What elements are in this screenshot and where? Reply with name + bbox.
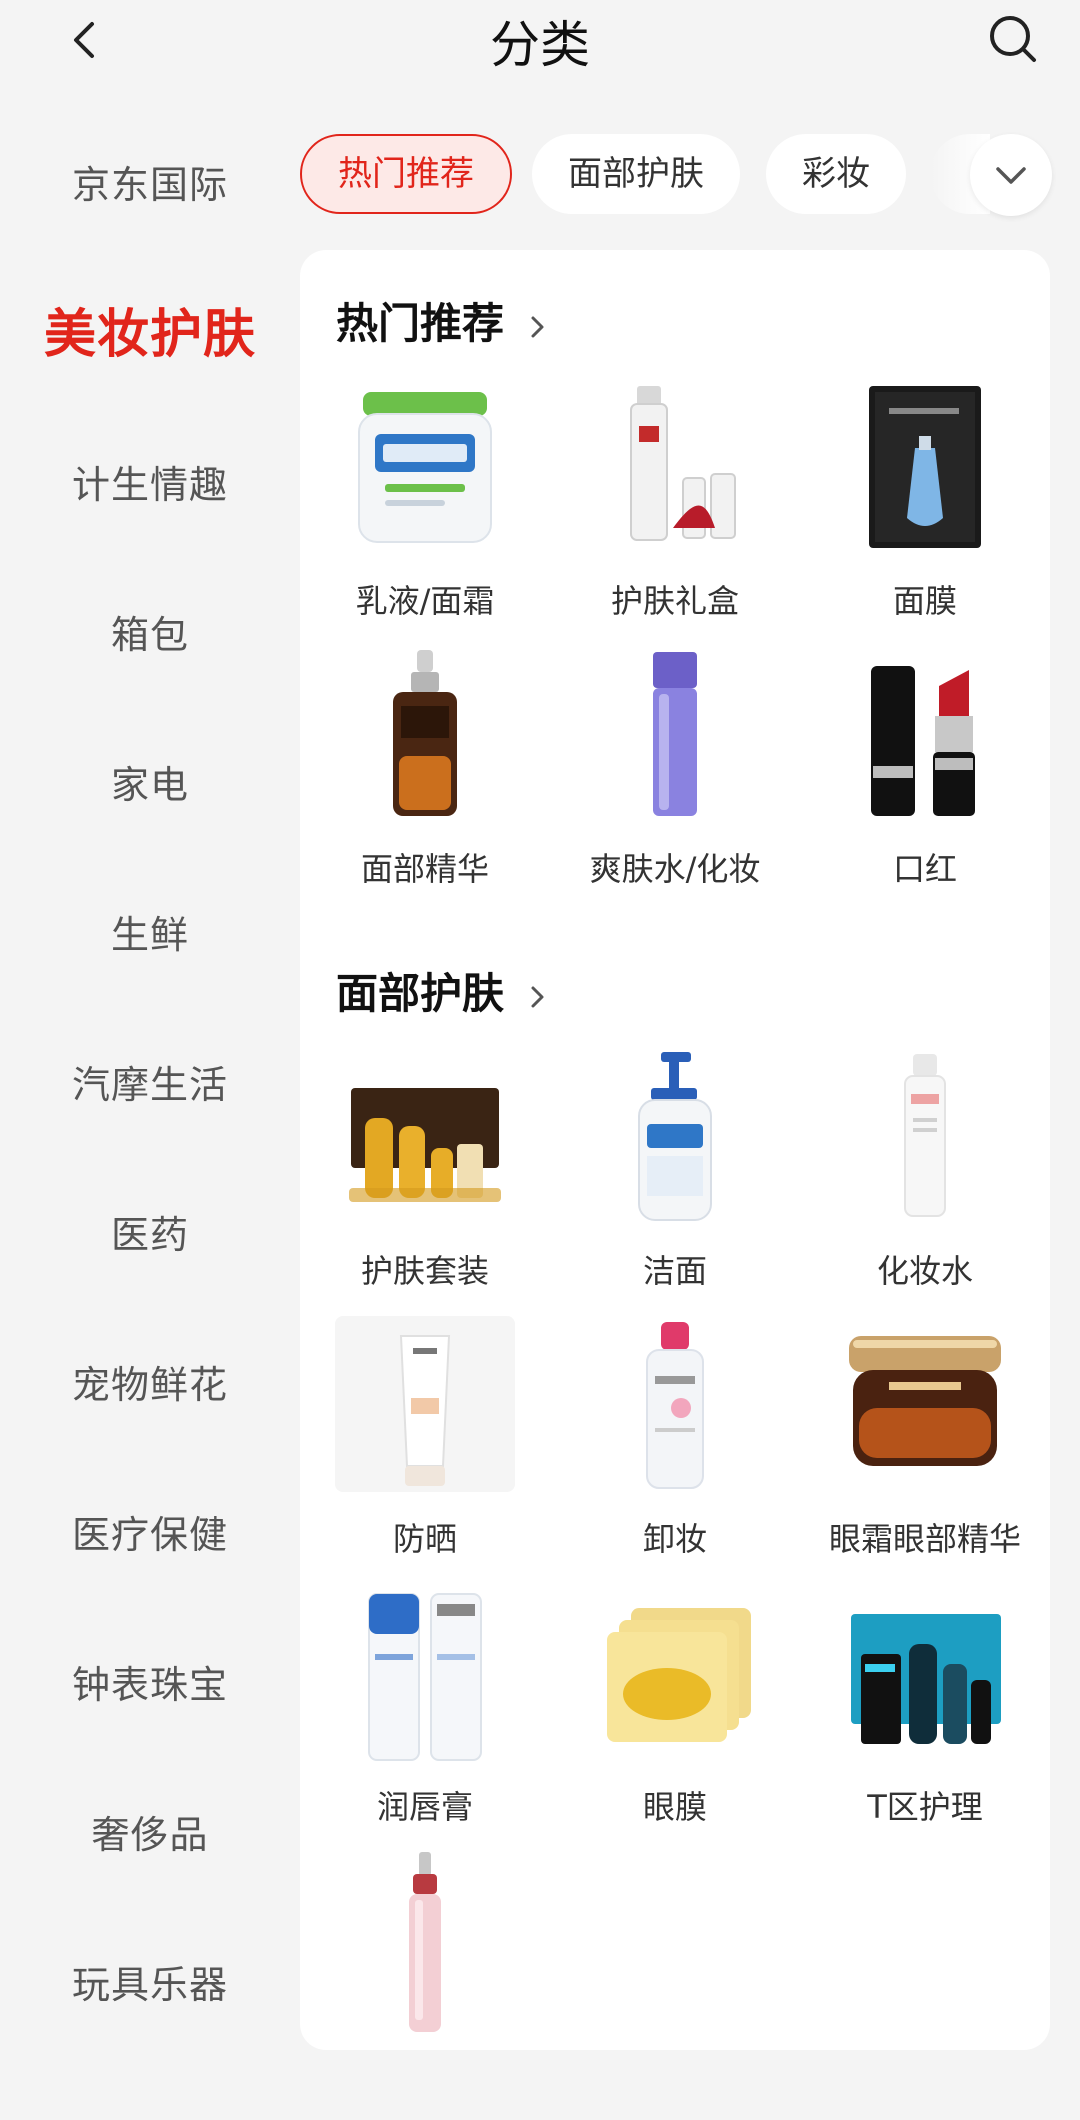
section-title-face-care[interactable]: 面部护肤 (336, 960, 549, 1021)
category-label: 爽肤水/化妆 (589, 850, 761, 888)
category-cell[interactable]: 卸妆 (550, 1316, 800, 1584)
sidebar-item-beauty-skincare[interactable]: 美妆护肤 (0, 260, 300, 410)
section-title-label: 面部护肤 (336, 969, 505, 1018)
subcategory-tabs: 热门推荐 面部护肤 彩妆 (300, 134, 1060, 216)
cleanser-pump-icon (638, 1052, 712, 1221)
sidebar-item-fresh-food[interactable]: 生鲜 (0, 860, 300, 1010)
chevron-down-icon (996, 167, 1026, 184)
expand-tabs-button[interactable] (970, 134, 1052, 216)
tab-makeup[interactable]: 彩妆 (766, 134, 906, 214)
search-icon[interactable] (984, 10, 1044, 70)
category-label: 乳液/面霜 (355, 582, 495, 620)
toner-bottle-icon (653, 652, 697, 816)
chevron-right-icon (531, 986, 544, 1007)
category-label: 面膜 (892, 582, 957, 620)
serum-bottle-icon (393, 650, 457, 816)
category-label: T区护理 (867, 1788, 983, 1826)
sidebar-item-adult[interactable]: 计生情趣 (0, 410, 300, 560)
tab-face-care[interactable]: 面部护肤 (532, 134, 740, 214)
sidebar-item-auto-moto[interactable]: 汽摩生活 (0, 1010, 300, 1160)
category-label: 眼霜眼部精华 (828, 1520, 1021, 1558)
category-cell[interactable]: 化妆水 (800, 1048, 1050, 1316)
category-cell[interactable]: 护肤套装 (300, 1048, 550, 1316)
category-cell[interactable]: 润唇膏 (300, 1584, 550, 1852)
eye-mask-icon (607, 1608, 751, 1742)
category-cell[interactable]: 乳液/面霜 (300, 378, 550, 646)
eye-cream-jar-icon (849, 1336, 1001, 1466)
category-cell[interactable]: 眼霜眼部精华 (800, 1316, 1050, 1584)
sidebar-item-watches-jewelry[interactable]: 钟表珠宝 (0, 1610, 300, 1760)
sidebar-item-medicine[interactable]: 医药 (0, 1160, 300, 1310)
sidebar-item-bags[interactable]: 箱包 (0, 560, 300, 710)
sidebar-item-appliances[interactable]: 家电 (0, 710, 300, 860)
category-cell[interactable]: 爽肤水/化妆 (550, 646, 800, 914)
category-cell[interactable]: 面膜 (800, 378, 1050, 646)
category-label: 眼膜 (642, 1788, 707, 1826)
tab-hot-recommend[interactable]: 热门推荐 (300, 134, 512, 214)
category-content-panel: 热门推荐 乳液/面霜 护肤礼盒 面膜 面部精华 爽肤水/化妆 口红 面部护肤 护… (300, 250, 1050, 2050)
t-zone-kit-icon (851, 1614, 1001, 1744)
category-label: 护肤套装 (360, 1252, 489, 1290)
gift-set-icon (630, 386, 736, 541)
sidebar-item-health-care[interactable]: 医疗保健 (0, 1460, 300, 1610)
lotion-bottle-icon (904, 1054, 946, 1217)
cream-jar-icon (358, 392, 492, 543)
category-label: 润唇膏 (376, 1788, 473, 1826)
category-cell[interactable]: T区护理 (800, 1584, 1050, 1852)
sidebar-item-jd-international[interactable]: 京东国际 (0, 110, 300, 260)
chevron-right-icon (531, 316, 544, 337)
category-label: 护肤礼盒 (610, 582, 739, 620)
category-label: 卸妆 (642, 1520, 707, 1558)
sidebar-item-luxury[interactable]: 奢侈品 (0, 1760, 300, 1910)
category-sidebar: 京东国际 美妆护肤 计生情趣 箱包 家电 生鲜 汽摩生活 医药 宠物鲜花 医疗保… (0, 110, 300, 2060)
sidebar-item-pets-flowers[interactable]: 宠物鲜花 (0, 1310, 300, 1460)
makeup-remover-icon (646, 1322, 704, 1489)
category-cell[interactable]: 护肤礼盒 (550, 378, 800, 646)
category-label: 化妆水 (876, 1252, 973, 1290)
category-label: 防晒 (392, 1520, 457, 1558)
sunscreen-tube-icon (335, 1316, 515, 1492)
lipstick-icon (871, 666, 975, 816)
category-cell[interactable]: 眼膜 (550, 1584, 800, 1852)
skincare-set-icon (349, 1088, 501, 1202)
category-label: 口红 (892, 850, 957, 888)
lip-balm-icon (368, 1593, 482, 1761)
top-bar: 分类 (0, 0, 1080, 80)
category-cell[interactable] (300, 1852, 550, 2120)
page-title: 分类 (490, 16, 590, 74)
category-cell[interactable]: 口红 (800, 646, 1050, 914)
section-title-label: 热门推荐 (336, 299, 505, 348)
eye-serum-icon (409, 1852, 441, 2032)
category-label: 洁面 (642, 1252, 707, 1290)
sidebar-item-toys-instruments[interactable]: 玩具乐器 (0, 1910, 300, 2060)
category-label: 面部精华 (360, 850, 489, 888)
category-cell[interactable]: 洁面 (550, 1048, 800, 1316)
section-title-hot[interactable]: 热门推荐 (336, 290, 549, 351)
mask-pack-icon (869, 386, 981, 548)
category-cell[interactable]: 面部精华 (300, 646, 550, 914)
category-cell[interactable]: 防晒 (300, 1316, 550, 1584)
